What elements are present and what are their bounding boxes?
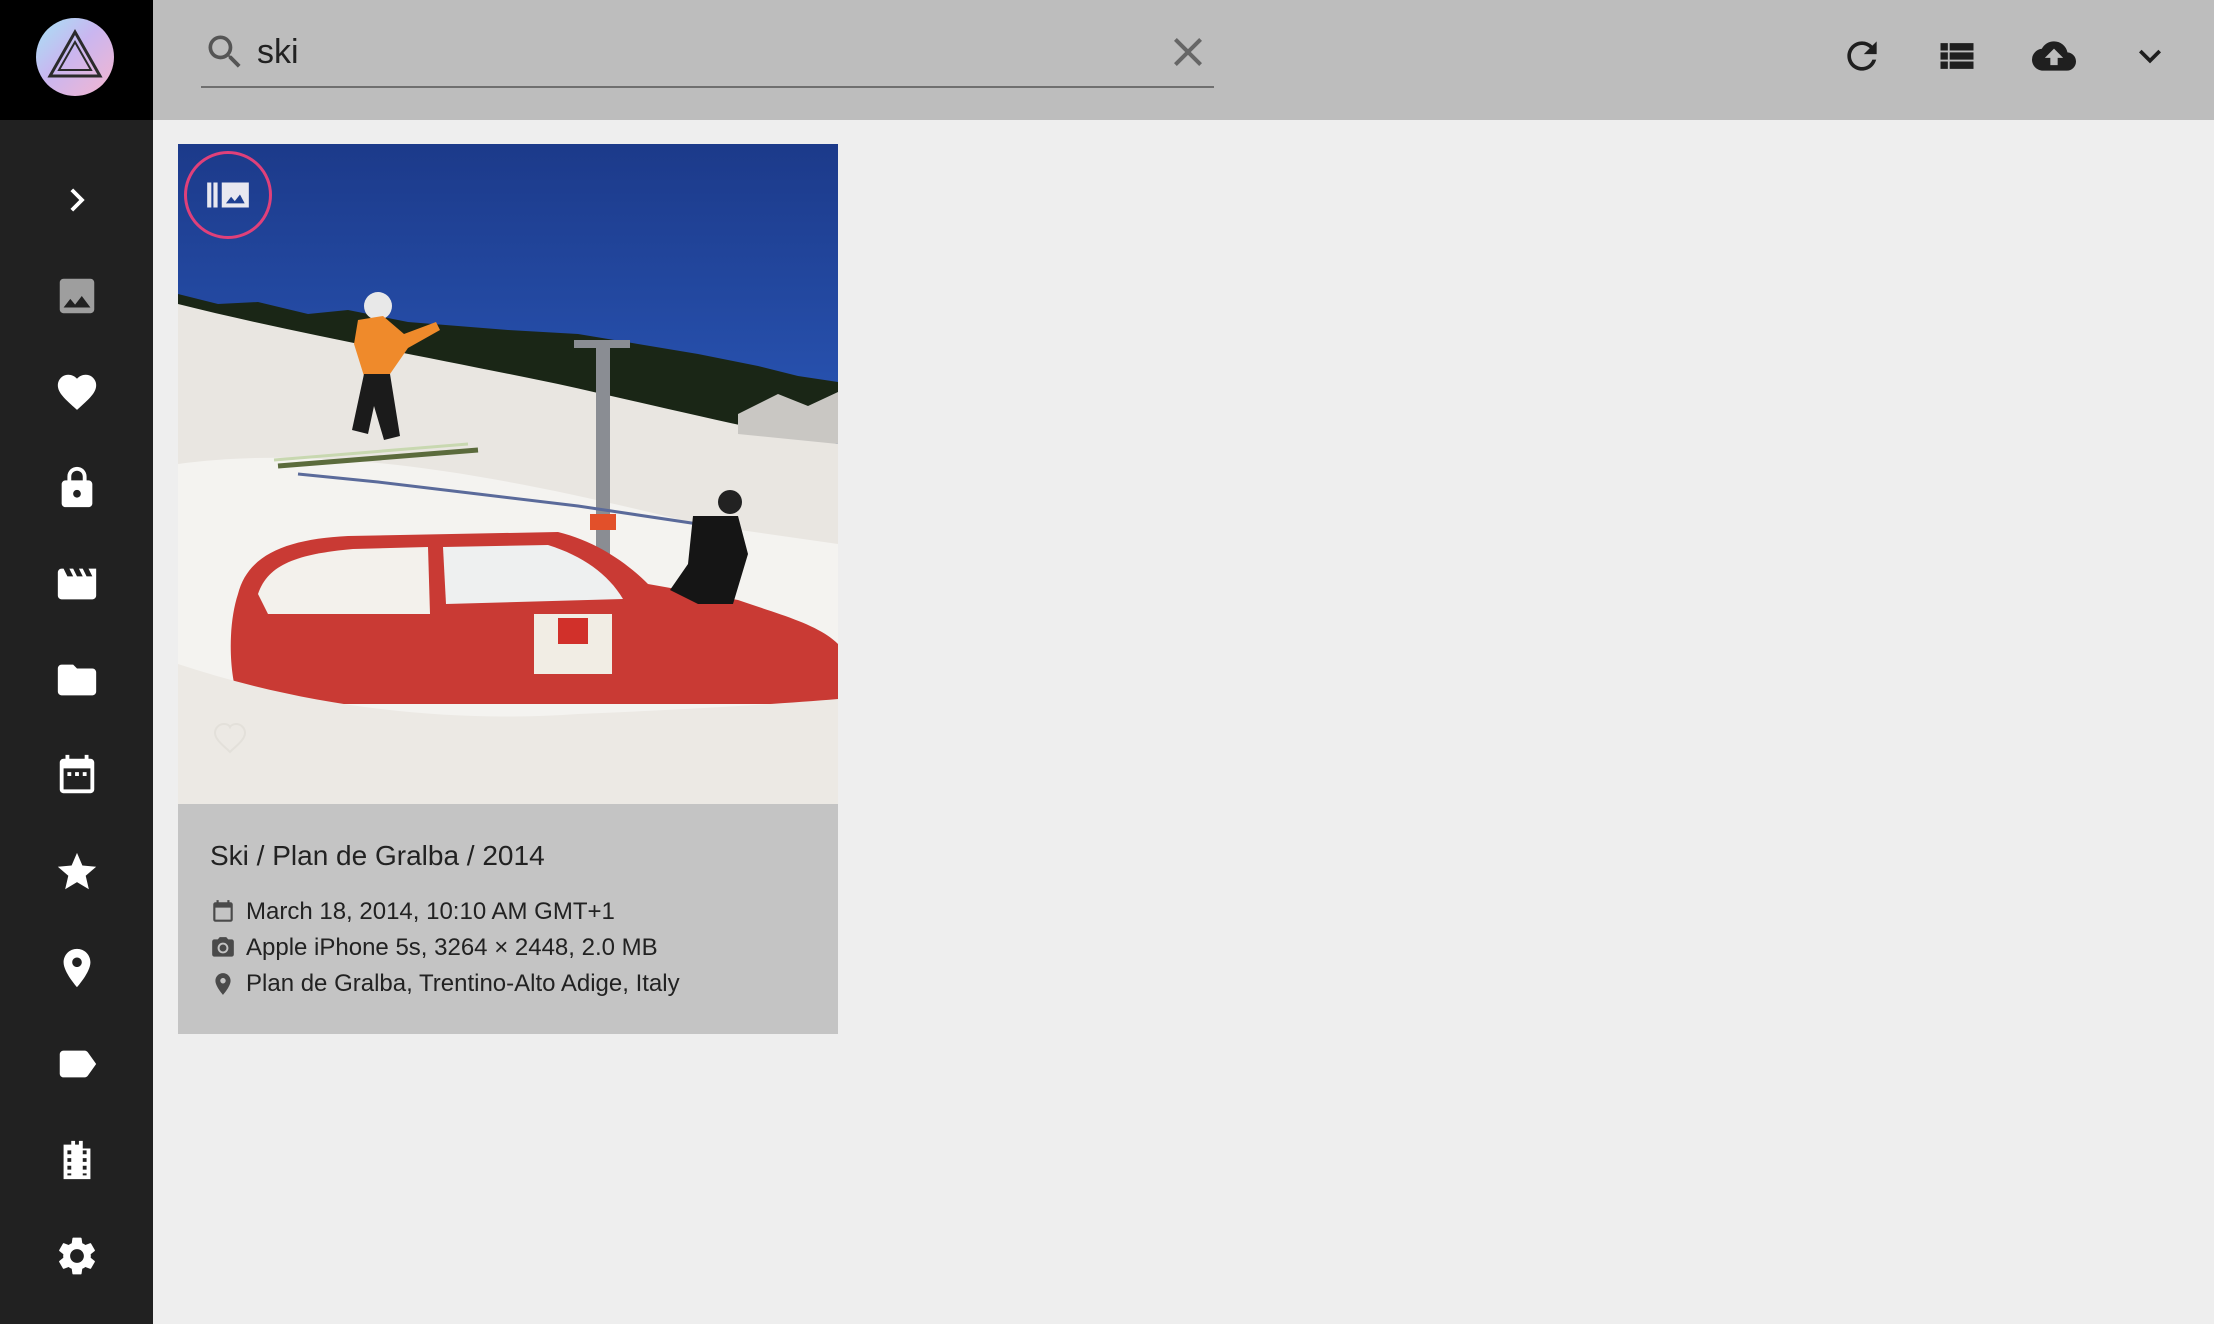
calendar-icon	[59, 754, 94, 794]
film-folder-icon	[63, 1140, 90, 1180]
camera-icon	[212, 937, 234, 957]
date-text: March 18, 2014, 10:10 AM GMT+1	[246, 898, 615, 925]
sidebar-item-videos[interactable]	[0, 536, 153, 632]
refresh-icon	[1847, 41, 1877, 71]
stack-badge[interactable]	[184, 151, 272, 239]
folder-icon	[57, 664, 96, 696]
sidebar-item-originals[interactable]	[0, 1112, 153, 1208]
more-options-button[interactable]	[2122, 28, 2178, 84]
sidebar	[0, 0, 153, 1324]
search-input[interactable]	[257, 30, 1117, 74]
photo-card[interactable]: Ski / Plan de Gralba / 2014 March 18, 20…	[178, 144, 838, 1034]
list-view-icon	[1940, 43, 1974, 69]
sidebar-item-places[interactable]	[0, 920, 153, 1016]
app-logo[interactable]	[36, 18, 114, 96]
card-location: Plan de Gralba, Trentino-Alto Adige, Ita…	[210, 970, 680, 998]
logo-container[interactable]	[0, 0, 153, 120]
search-bar	[201, 22, 1214, 88]
sidebar-item-folders[interactable]	[0, 632, 153, 728]
image-icon	[59, 278, 94, 314]
cloud-upload-icon	[2032, 41, 2076, 71]
sidebar-expand-button[interactable]	[0, 152, 153, 248]
sidebar-item-favorites[interactable]	[0, 344, 153, 440]
sidebar-item-calendar[interactable]	[0, 728, 153, 824]
photo-thumbnail[interactable]	[178, 144, 838, 804]
card-camera: Apple iPhone 5s, 3264 × 2448, 2.0 MB	[210, 934, 658, 962]
movie-icon	[57, 568, 96, 600]
place-icon	[215, 973, 231, 995]
list-view-button[interactable]	[1929, 28, 1985, 84]
location-text[interactable]: Plan de Gralba, Trentino-Alto Adige, Ita…	[246, 970, 680, 998]
place-icon	[63, 948, 90, 988]
clear-search-icon[interactable]	[1164, 28, 1212, 76]
heart-icon	[57, 374, 96, 410]
search-icon	[208, 35, 241, 68]
sidebar-item-moments[interactable]	[0, 824, 153, 920]
photo-stack-icon	[207, 182, 249, 208]
upload-button[interactable]	[2026, 28, 2082, 84]
refresh-button[interactable]	[1834, 28, 1890, 84]
sidebar-item-settings[interactable]	[0, 1208, 153, 1304]
label-icon	[59, 1050, 96, 1078]
chevron-right-icon	[69, 188, 85, 212]
sidebar-item-private[interactable]	[0, 440, 153, 536]
camera-text: Apple iPhone 5s, 3264 × 2448, 2.0 MB	[246, 934, 658, 961]
chevron-down-icon	[2139, 49, 2161, 64]
sidebar-item-labels[interactable]	[0, 1016, 153, 1112]
gear-icon	[58, 1237, 95, 1275]
sidebar-item-photos[interactable]	[0, 248, 153, 344]
card-date: March 18, 2014, 10:10 AM GMT+1	[210, 898, 615, 926]
calendar-icon	[213, 900, 233, 922]
top-toolbar	[153, 0, 2214, 120]
card-title[interactable]: Ski / Plan de Gralba / 2014	[210, 840, 545, 872]
lock-icon	[61, 466, 92, 508]
star-icon	[57, 852, 96, 890]
